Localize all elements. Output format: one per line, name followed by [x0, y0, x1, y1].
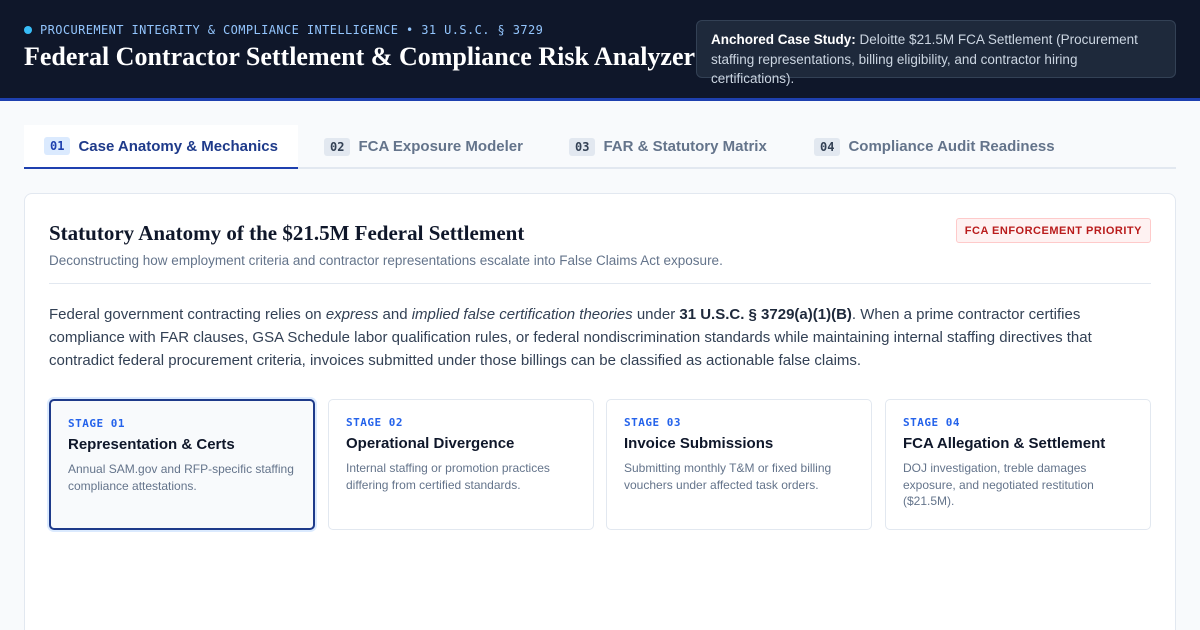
intro-text: and: [378, 306, 412, 323]
app-title: Federal Contractor Settlement & Complian…: [24, 42, 696, 71]
divider: [49, 283, 1151, 284]
statute-citation: 31 U.S.C. § 3729(a)(1)(B): [679, 306, 852, 323]
tab-bar: 01 Case Anatomy & Mechanics 02 FCA Expos…: [24, 125, 1176, 169]
case-study-label: Anchored Case Study:: [711, 32, 856, 47]
tab-case-anatomy[interactable]: 01 Case Anatomy & Mechanics: [24, 125, 298, 169]
panel-title: Statutory Anatomy of the $21.5M Federal …: [49, 221, 525, 245]
stage-card-1[interactable]: STAGE 01 Representation & Certs Annual S…: [49, 399, 315, 530]
status-dot-icon: [24, 26, 32, 34]
stage-label: STAGE 04: [903, 416, 960, 429]
stage-label: STAGE 03: [624, 416, 681, 429]
stage-description: Annual SAM.gov and RFP-specific staffing…: [68, 462, 294, 493]
stage-title: Invoice Submissions: [624, 435, 774, 452]
tab-number: 01: [44, 137, 71, 155]
header-eyebrow: PROCUREMENT INTEGRITY & COMPLIANCE INTEL…: [24, 23, 543, 37]
intro-text: Federal government contracting relies on: [49, 306, 326, 323]
app-header: PROCUREMENT INTEGRITY & COMPLIANCE INTEL…: [0, 0, 1200, 101]
tab-audit-readiness[interactable]: 04 Compliance Audit Readiness: [794, 125, 1075, 168]
status-badge: FCA ENFORCEMENT PRIORITY: [955, 218, 1151, 243]
stage-card-2[interactable]: STAGE 02 Operational Divergence Internal…: [328, 399, 594, 530]
tab-fca-exposure[interactable]: 02 FCA Exposure Modeler: [304, 125, 543, 168]
stage-description: Submitting monthly T&M or fixed billing …: [624, 461, 832, 492]
stage-label: STAGE 01: [68, 417, 125, 430]
tab-far-matrix[interactable]: 03 FAR & Statutory Matrix: [549, 125, 787, 168]
stage-card-4[interactable]: STAGE 04 FCA Allegation & Settlement DOJ…: [885, 399, 1151, 530]
intro-paragraph: Federal government contracting relies on…: [49, 303, 1153, 372]
stage-title: Representation & Certs: [68, 436, 235, 453]
intro-emphasis: express: [325, 306, 379, 323]
tab-number: 03: [569, 137, 596, 156]
panel-subtitle: Deconstructing how employment criteria a…: [49, 253, 723, 268]
stage-title: Operational Divergence: [346, 435, 515, 452]
tab-label: Compliance Audit Readiness: [848, 138, 1055, 155]
case-study-box: Anchored Case Study: Deloitte $21.5M FCA…: [696, 20, 1176, 86]
tab-number: 02: [324, 137, 351, 156]
intro-emphasis: implied false certification theories: [411, 306, 633, 323]
intro-text: under: [632, 306, 680, 323]
tab-label: FAR & Statutory Matrix: [603, 138, 767, 155]
tab-number: 04: [814, 137, 841, 156]
eyebrow-text: PROCUREMENT INTEGRITY & COMPLIANCE INTEL…: [40, 23, 544, 37]
tab-label: FCA Exposure Modeler: [358, 138, 523, 155]
content-panel: Statutory Anatomy of the $21.5M Federal …: [24, 193, 1176, 630]
stage-title: FCA Allegation & Settlement: [903, 435, 1106, 452]
tab-label: Case Anatomy & Mechanics: [78, 137, 278, 155]
stage-label: STAGE 02: [346, 416, 403, 429]
stage-card-3[interactable]: STAGE 03 Invoice Submissions Submitting …: [606, 399, 872, 530]
stage-description: DOJ investigation, treble damages exposu…: [903, 461, 1094, 508]
stage-description: Internal staffing or promotion practices…: [346, 461, 550, 492]
